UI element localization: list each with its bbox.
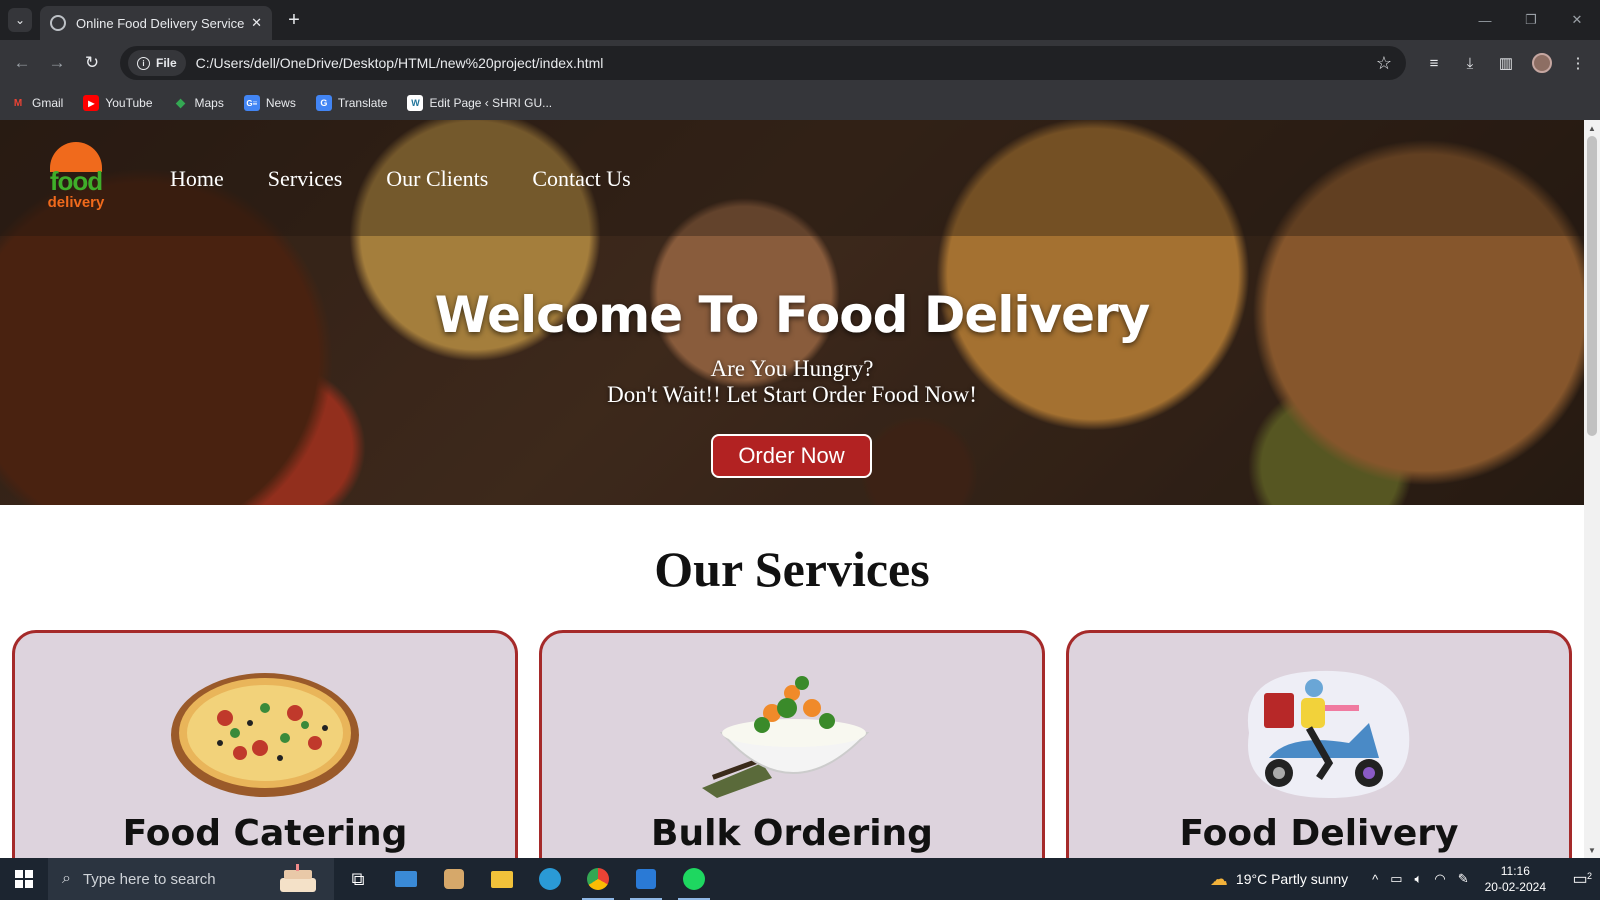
browser-tab-bar: ⌄ Online Food Delivery Service ✕ + — ❐ ✕ [0, 0, 1600, 40]
site-logo[interactable]: food delivery [46, 142, 106, 218]
chevron-up-icon[interactable]: ^ [1372, 872, 1378, 887]
close-window-icon[interactable]: ✕ [1554, 0, 1600, 40]
nav-home[interactable]: Home [170, 166, 224, 192]
menu-kebab-icon[interactable]: ⋮ [1566, 51, 1590, 75]
hero-title: Welcome To Food Delivery [434, 286, 1151, 344]
windows-taskbar: ⌕ Type here to search ⧉ ☁ 19°C Partly su… [0, 858, 1600, 900]
bookmark-edit-page[interactable]: W Edit Page ‹ SHRI GU... [407, 95, 552, 111]
pizza-icon [171, 673, 359, 797]
reload-icon[interactable]: ↻ [80, 51, 104, 75]
tab-search-button[interactable]: ⌄ [8, 8, 32, 32]
vscode-icon[interactable] [622, 858, 670, 900]
bookmark-youtube[interactable]: ▶ YouTube [83, 95, 153, 111]
download-icon[interactable]: ⤓ [1458, 51, 1482, 75]
site-nav: Home Services Our Clients Contact Us [170, 166, 631, 192]
scooter-rider-icon [1247, 670, 1410, 798]
bookmark-news[interactable]: G≡ News [243, 95, 296, 111]
minimize-icon[interactable]: — [1462, 0, 1508, 40]
site-info-chip[interactable]: i File [128, 50, 186, 76]
page-viewport: food delivery Home Services Our Clients … [0, 120, 1600, 858]
nav-our-clients[interactable]: Our Clients [386, 166, 488, 192]
file-chip-label: File [156, 56, 177, 70]
spotify-icon[interactable] [670, 858, 718, 900]
info-icon: i [137, 56, 150, 70]
service-title: Food Delivery [1179, 813, 1459, 854]
wordpress-icon: W [407, 95, 424, 111]
order-now-button[interactable]: Order Now [711, 434, 872, 478]
reading-list-icon[interactable]: ≡ [1422, 51, 1446, 75]
site-header: food delivery Home Services Our Clients … [0, 120, 1584, 236]
partly-sunny-icon: ☁ [1209, 868, 1228, 889]
hero-subtitle: Are You Hungry? [710, 356, 874, 381]
chrome-browser-icon[interactable] [574, 858, 622, 900]
service-card-bulk[interactable]: Bulk Ordering [539, 630, 1045, 858]
youtube-icon: ▶ [83, 95, 100, 111]
news-icon: G≡ [243, 95, 260, 111]
mail-app-icon[interactable] [382, 858, 430, 900]
search-icon: ⌕ [62, 870, 71, 887]
bookmark-maps[interactable]: ⬥ Maps [173, 95, 224, 111]
volume-icon[interactable]: 🔈︎ [1415, 871, 1423, 887]
address-bar[interactable]: i File C:/Users/dell/OneDrive/Desktop/HT… [120, 46, 1406, 80]
network-icon[interactable]: ◠ [1434, 871, 1445, 887]
system-clock[interactable]: 11:16 20-02-2024 [1485, 863, 1546, 895]
notification-center-icon[interactable]: ▭ 2 [1560, 869, 1600, 889]
contacts-app-icon[interactable] [430, 858, 478, 900]
window-controls: — ❐ ✕ [1462, 0, 1600, 40]
notification-count: 2 [1586, 871, 1592, 881]
bookmark-star-icon[interactable]: ☆ [1376, 53, 1392, 74]
hero-section: food delivery Home Services Our Clients … [0, 120, 1584, 505]
file-explorer-icon[interactable] [478, 858, 526, 900]
hero-tagline: Don't Wait!! Let Start Order Food Now! [607, 382, 977, 407]
services-heading: Our Services [654, 541, 930, 597]
bookmarks-bar: M Gmail ▶ YouTube ⬥ Maps G≡ News G Trans… [0, 86, 1600, 120]
url-text[interactable]: C:/Users/dell/OneDrive/Desktop/HTML/new%… [196, 55, 1376, 71]
nav-services[interactable]: Services [268, 166, 343, 192]
cake-icon [280, 864, 316, 892]
forward-arrow-icon[interactable]: → [45, 51, 69, 75]
maps-icon: ⬥ [175, 95, 186, 110]
service-card-catering[interactable]: Food Catering [12, 630, 518, 858]
side-panel-icon[interactable]: ▥ [1494, 51, 1518, 75]
scroll-up-icon[interactable]: ▲ [1584, 120, 1600, 136]
bookmark-gmail[interactable]: M Gmail [10, 95, 64, 111]
profile-avatar[interactable] [1530, 51, 1554, 75]
windows-start-icon[interactable] [0, 858, 48, 900]
globe-icon [50, 15, 66, 31]
restore-icon[interactable]: ❐ [1508, 0, 1554, 40]
bookmark-translate[interactable]: G Translate [315, 95, 387, 111]
scroll-down-icon[interactable]: ▼ [1584, 842, 1600, 858]
edge-browser-icon[interactable] [526, 858, 574, 900]
pen-icon[interactable]: ✎ [1458, 871, 1469, 887]
tab-title: Online Food Delivery Service [76, 15, 245, 31]
task-view-icon[interactable]: ⧉ [334, 858, 382, 900]
system-tray: ☁ 19°C Partly sunny ^ ▭ 🔈︎ ◠ ✎ 11:16 20-… [1210, 858, 1600, 900]
page-scrollbar[interactable]: ▲ ▼ [1584, 120, 1600, 858]
gmail-icon: M [13, 97, 23, 109]
nav-contact-us[interactable]: Contact Us [532, 166, 630, 192]
service-card-delivery[interactable]: Food Delivery [1066, 630, 1572, 858]
browser-toolbar: ← → ↻ i File C:/Users/dell/OneDrive/Desk… [0, 40, 1600, 86]
new-tab-button[interactable]: + [282, 8, 306, 32]
tab-close-icon[interactable]: ✕ [251, 15, 262, 31]
weather-widget[interactable]: ☁ 19°C Partly sunny [1210, 869, 1348, 890]
search-placeholder: Type here to search [82, 870, 216, 888]
service-title: Bulk Ordering [651, 813, 933, 854]
rice-bowl-icon [702, 676, 870, 798]
battery-icon[interactable]: ▭ [1390, 871, 1402, 887]
scroll-thumb[interactable] [1587, 136, 1597, 436]
service-title: Food Catering [122, 813, 408, 854]
taskbar-search-input[interactable]: ⌕ Type here to search [48, 858, 334, 900]
translate-icon: G [315, 95, 332, 111]
browser-tab-active[interactable]: Online Food Delivery Service ✕ [40, 6, 272, 40]
back-arrow-icon[interactable]: ← [10, 51, 34, 75]
